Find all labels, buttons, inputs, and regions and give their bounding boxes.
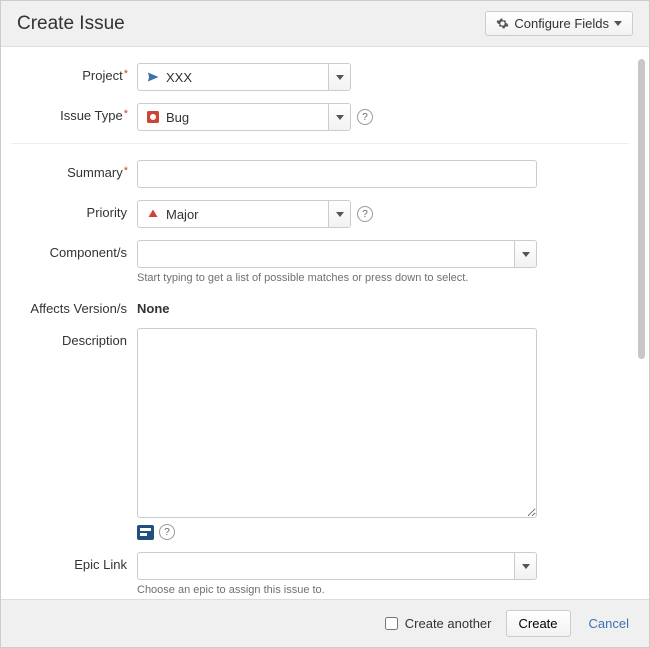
help-icon[interactable]: ?: [357, 109, 373, 125]
affects-versions-value: None: [137, 296, 629, 316]
issue-type-label: Issue Type: [11, 103, 137, 123]
priority-label: Priority: [11, 200, 137, 220]
field-row-issue-type: Issue Type Bug ?: [11, 103, 629, 131]
chevron-down-icon[interactable]: [328, 104, 350, 130]
dialog-title: Create Issue: [17, 13, 125, 35]
field-row-components: Component/s Start typing to get a list o…: [11, 240, 629, 284]
dialog-footer: Create another Create Cancel: [1, 599, 649, 647]
field-row-summary: Summary: [11, 160, 629, 188]
epic-link-label: Epic Link: [11, 552, 137, 572]
description-label: Description: [11, 328, 137, 348]
project-label: Project: [11, 63, 137, 83]
chevron-down-icon[interactable]: [514, 241, 536, 267]
create-another-label: Create another: [405, 616, 492, 631]
scrollbar[interactable]: [638, 59, 645, 359]
configure-fields-label: Configure Fields: [514, 16, 609, 31]
field-row-affects-versions: Affects Version/s None: [11, 296, 629, 316]
epic-link-hint: Choose an epic to assign this issue to.: [137, 584, 629, 596]
project-value: XXX: [166, 70, 192, 85]
dialog-body: Project XXX: [1, 47, 649, 599]
project-select[interactable]: XXX: [137, 63, 351, 91]
visual-mode-icon[interactable]: [137, 525, 154, 540]
field-row-epic-link: Epic Link Choose an epic to assign this …: [11, 552, 629, 596]
summary-label: Summary: [11, 160, 137, 180]
divider: [11, 143, 629, 144]
epic-link-select[interactable]: [137, 552, 537, 580]
field-row-description: Description ?: [11, 328, 629, 540]
help-icon[interactable]: ?: [159, 524, 175, 540]
chevron-down-icon[interactable]: [328, 201, 350, 227]
priority-value: Major: [166, 207, 199, 222]
dialog-header: Create Issue Configure Fields: [1, 1, 649, 47]
components-hint: Start typing to get a list of possible m…: [137, 272, 629, 284]
affects-versions-label: Affects Version/s: [11, 296, 137, 316]
create-issue-dialog: Create Issue Configure Fields Project: [0, 0, 650, 648]
field-row-priority: Priority Major ?: [11, 200, 629, 228]
description-textarea[interactable]: [137, 328, 537, 518]
priority-major-icon: [146, 207, 160, 221]
create-button[interactable]: Create: [506, 610, 571, 637]
gear-icon: [496, 17, 509, 30]
project-icon: [146, 70, 160, 84]
field-row-project: Project XXX: [11, 63, 629, 91]
caret-down-icon: [614, 21, 622, 26]
help-icon[interactable]: ?: [357, 206, 373, 222]
create-another-checkbox-row[interactable]: Create another: [381, 614, 492, 633]
cancel-button[interactable]: Cancel: [585, 611, 633, 636]
bug-icon: [146, 110, 160, 124]
priority-select[interactable]: Major: [137, 200, 351, 228]
summary-input[interactable]: [137, 160, 537, 188]
issue-type-select[interactable]: Bug: [137, 103, 351, 131]
issue-type-value: Bug: [166, 110, 189, 125]
components-label: Component/s: [11, 240, 137, 260]
configure-fields-button[interactable]: Configure Fields: [485, 11, 633, 36]
create-another-checkbox[interactable]: [385, 617, 398, 630]
chevron-down-icon[interactable]: [328, 64, 350, 90]
chevron-down-icon[interactable]: [514, 553, 536, 579]
components-select[interactable]: [137, 240, 537, 268]
